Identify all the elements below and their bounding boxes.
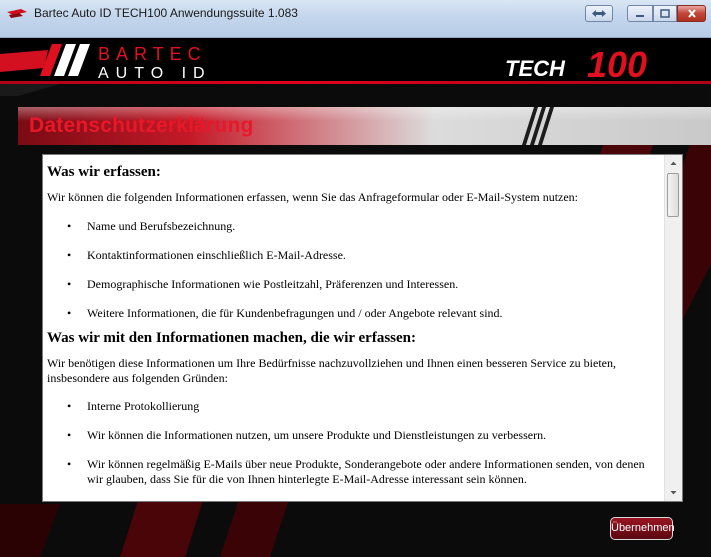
list-item: Name und Berufsbezeichnung. [47, 219, 659, 234]
scroll-up-button[interactable] [665, 155, 682, 172]
section-paragraph: Wir benötigen diese Informationen um Ihr… [47, 356, 616, 385]
list-item: Demographische Informationen wie Postlei… [47, 277, 659, 292]
section-heading: Was wir mit den Informationen machen, di… [47, 330, 417, 346]
list-item: Wir können die Informationen nutzen, um … [47, 428, 659, 443]
minimize-icon [636, 15, 644, 17]
list-item: Wir können regelmäßig E-Mails über neue … [47, 457, 659, 487]
logo-tech-text: TECH [505, 56, 566, 81]
privacy-document: Was wir erfassen: Wir können die folgend… [47, 165, 659, 487]
bartec-auto-id-logo: BARTEC AUTO ID [0, 44, 212, 82]
privacy-content-panel[interactable]: Was wir erfassen: Wir können die folgend… [42, 154, 683, 502]
main-area: Datenschutzerklärung Was wir erfassen: W… [0, 84, 711, 557]
minimize-button[interactable] [627, 5, 653, 22]
scroll-up-arrow-icon [670, 161, 677, 165]
close-button[interactable] [677, 5, 706, 22]
vertical-scrollbar[interactable] [664, 155, 682, 501]
logo-100-text: 100 [587, 44, 647, 82]
list-item: Kontaktinformationen einschließlich E-Ma… [47, 248, 659, 263]
list-item: Weitere Informationen, die für Kundenbef… [47, 306, 659, 321]
list-item: Interne Protokollierung [47, 399, 659, 414]
maximize-button[interactable] [653, 5, 677, 22]
heading-stripes-decoration [522, 107, 554, 145]
close-icon [687, 9, 696, 18]
logo-bartec-text: BARTEC [98, 44, 207, 64]
app-header: BARTEC AUTO ID TECH 100 [0, 38, 711, 82]
apply-button[interactable]: Übernehmen [610, 517, 675, 540]
page-title: Datenschutzerklärung [29, 114, 254, 137]
bartec-logo-icon [7, 9, 27, 18]
section-list: Interne Protokollierung Wir können die I… [47, 399, 659, 487]
scroll-down-arrow-icon [670, 491, 677, 495]
logo-autoid-text: AUTO ID [98, 65, 212, 82]
section-heading: Was wir erfassen: [47, 164, 161, 180]
section-paragraph: Wir können die folgenden Informationen e… [47, 190, 579, 204]
fit-window-button[interactable] [585, 5, 613, 22]
tech100-logo: TECH 100 [505, 44, 647, 82]
window-title: Bartec Auto ID TECH100 Anwendungssuite 1… [34, 6, 298, 20]
scroll-down-button[interactable] [665, 484, 682, 501]
app-window: Bartec Auto ID TECH100 Anwendungssuite 1… [0, 0, 711, 557]
fit-window-icon [592, 10, 606, 17]
section-list: Name und Berufsbezeichnung. Kontaktinfor… [47, 219, 659, 321]
scrollbar-thumb[interactable] [667, 173, 679, 217]
maximize-icon [660, 9, 670, 18]
title-bar[interactable]: Bartec Auto ID TECH100 Anwendungssuite 1… [0, 0, 711, 38]
